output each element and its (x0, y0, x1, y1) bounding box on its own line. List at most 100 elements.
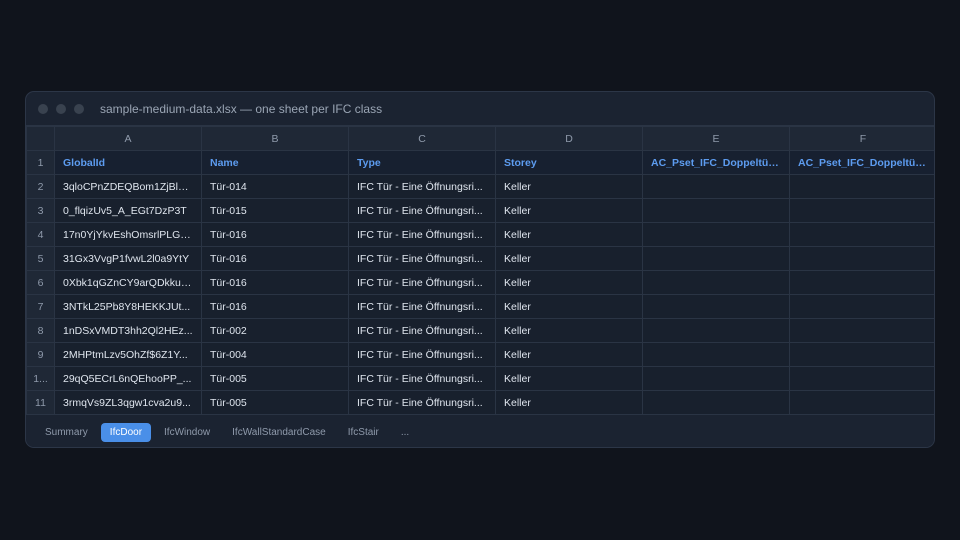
table-cell[interactable] (642, 198, 790, 223)
table-cell[interactable] (789, 294, 934, 319)
table-cell[interactable]: 3qloCPnZDEQBom1ZjBlwJP (54, 174, 202, 199)
table-cell[interactable]: IFC Tür - Eine Öffnungsri... (348, 366, 496, 391)
table-cell[interactable]: 3rmqVs9ZL3qgw1cva2u9... (54, 390, 202, 415)
table-cell[interactable]: Tür-002 (201, 318, 349, 343)
header-cell[interactable]: Name (201, 150, 349, 175)
minimize-window-dot[interactable] (56, 103, 66, 114)
table-cell[interactable] (642, 222, 790, 247)
table-cell[interactable]: Keller (495, 318, 643, 343)
row-number[interactable]: 1 (26, 150, 55, 175)
column-header-e[interactable]: E (642, 126, 790, 151)
column-header-a[interactable]: A (54, 126, 202, 151)
table-cell[interactable]: IFC Tür - Eine Öffnungsri... (348, 318, 496, 343)
table-row: 2 3qloCPnZDEQBom1ZjBlwJP Tür-014 IFC Tür - … (26, 174, 934, 199)
table-cell[interactable] (789, 318, 934, 343)
data-table: A B C D E F 1 GlobalId Name Type Storey AC_Ps… (26, 126, 934, 415)
row-number[interactable]: 2 (26, 174, 55, 199)
table-row: 8 1nDSxVMDT3hh2Ql2HEz... Tür-002 IFC Tür - … (26, 318, 934, 343)
table-cell[interactable]: Tür-016 (201, 246, 349, 271)
table-cell[interactable]: 1nDSxVMDT3hh2Ql2HEz... (54, 318, 202, 343)
table-cell[interactable]: IFC Tür - Eine Öffnungsri... (348, 270, 496, 295)
table-cell[interactable]: Keller (495, 246, 643, 271)
row-number[interactable]: 1... (26, 366, 55, 391)
table-cell[interactable]: Keller (495, 390, 643, 415)
table-cell[interactable]: IFC Tür - Eine Öffnungsri... (348, 222, 496, 247)
column-header-row: A B C D E F (26, 126, 934, 151)
table-cell[interactable]: Tür-016 (201, 294, 349, 319)
table-cell[interactable]: Keller (495, 270, 643, 295)
column-header-d[interactable]: D (495, 126, 643, 151)
table-cell[interactable]: Tür-016 (201, 270, 349, 295)
tab-ifcdoor[interactable]: IfcDoor (100, 422, 152, 442)
column-header-f[interactable]: F (789, 126, 934, 151)
table-cell[interactable]: Tür-005 (201, 390, 349, 415)
table-cell[interactable]: 29qQ5ECrL6nQEhooPP_... (54, 366, 202, 391)
row-number[interactable]: 7 (26, 294, 55, 319)
column-header-b[interactable]: B (201, 126, 349, 151)
table-cell[interactable]: 17n0YjYkvEshOmsrlPLGOb (54, 222, 202, 247)
header-cell[interactable]: Type (348, 150, 496, 175)
tab-more[interactable]: ... (392, 423, 418, 442)
table-cell[interactable] (642, 270, 790, 295)
table-cell[interactable]: Keller (495, 342, 643, 367)
table-cell[interactable]: IFC Tür - Eine Öffnungsri... (348, 246, 496, 271)
table-cell[interactable] (642, 390, 790, 415)
table-cell[interactable]: Keller (495, 294, 643, 319)
header-cell[interactable]: AC_Pset_IFC_Doppeltür_... (642, 150, 790, 175)
tab-ifcwallstandardcase[interactable]: IfcWallStandardCase (223, 423, 335, 442)
table-cell[interactable]: Tür-016 (201, 222, 349, 247)
row-number[interactable]: 5 (26, 246, 55, 271)
table-cell[interactable] (642, 174, 790, 199)
table-cell[interactable]: IFC Tür - Eine Öffnungsri... (348, 390, 496, 415)
table-cell[interactable]: Tür-005 (201, 366, 349, 391)
row-number[interactable]: 3 (26, 198, 55, 223)
table-cell[interactable]: IFC Tür - Eine Öffnungsri... (348, 294, 496, 319)
table-row: 3 0_flqizUv5_A_EGt7DzP3T Tür-015 IFC Tür - … (26, 198, 934, 223)
table-cell[interactable] (789, 390, 934, 415)
table-cell[interactable]: Tür-015 (201, 198, 349, 223)
table-cell[interactable] (789, 366, 934, 391)
table-cell[interactable] (789, 174, 934, 199)
tab-summary[interactable]: Summary (36, 423, 97, 442)
table-cell[interactable]: 2MHPtmLzv5OhZf$6Z1Y... (54, 342, 202, 367)
table-cell[interactable]: IFC Tür - Eine Öffnungsri... (348, 198, 496, 223)
table-cell[interactable] (789, 270, 934, 295)
table-cell[interactable]: IFC Tür - Eine Öffnungsri... (348, 342, 496, 367)
table-cell[interactable] (789, 222, 934, 247)
table-cell[interactable] (642, 342, 790, 367)
tab-ifcwindow[interactable]: IfcWindow (155, 423, 219, 442)
row-number[interactable]: 9 (26, 342, 55, 367)
row-number[interactable]: 4 (26, 222, 55, 247)
header-row: 1 GlobalId Name Type Storey AC_Pset_IFC_Doppe… (26, 150, 934, 175)
select-all-corner[interactable] (26, 126, 55, 151)
row-number[interactable]: 6 (26, 270, 55, 295)
table-cell[interactable]: Tür-004 (201, 342, 349, 367)
table-cell[interactable]: Keller (495, 366, 643, 391)
table-cell[interactable]: 3NTkL25Pb8Y8HEKKJUt... (54, 294, 202, 319)
table-cell[interactable]: 0_flqizUv5_A_EGt7DzP3T (54, 198, 202, 223)
table-cell[interactable] (789, 246, 934, 271)
row-number[interactable]: 11 (26, 390, 55, 415)
table-cell[interactable]: Tür-014 (201, 174, 349, 199)
tab-ifcstair[interactable]: IfcStair (339, 423, 388, 442)
table-row: 9 2MHPtmLzv5OhZf$6Z1Y... Tür-004 IFC Tür - … (26, 342, 934, 367)
table-cell[interactable] (642, 318, 790, 343)
close-window-dot[interactable] (38, 103, 48, 114)
table-cell[interactable]: Keller (495, 174, 643, 199)
table-cell[interactable] (642, 366, 790, 391)
table-cell[interactable]: 0Xbk1qGZnCY9arQDkkuJ... (54, 270, 202, 295)
table-cell[interactable]: IFC Tür - Eine Öffnungsri... (348, 174, 496, 199)
table-cell[interactable] (789, 342, 934, 367)
table-cell[interactable] (789, 198, 934, 223)
header-cell[interactable]: AC_Pset_IFC_Doppeltür_... (789, 150, 934, 175)
column-header-c[interactable]: C (348, 126, 496, 151)
table-cell[interactable]: Keller (495, 222, 643, 247)
row-number[interactable]: 8 (26, 318, 55, 343)
table-cell[interactable]: Keller (495, 198, 643, 223)
table-cell[interactable] (642, 246, 790, 271)
header-cell[interactable]: Storey (495, 150, 643, 175)
header-cell[interactable]: GlobalId (54, 150, 202, 175)
maximize-window-dot[interactable] (74, 103, 84, 114)
table-cell[interactable]: 31Gx3VvgP1fvwL2l0a9YtY (54, 246, 202, 271)
table-cell[interactable] (642, 294, 790, 319)
